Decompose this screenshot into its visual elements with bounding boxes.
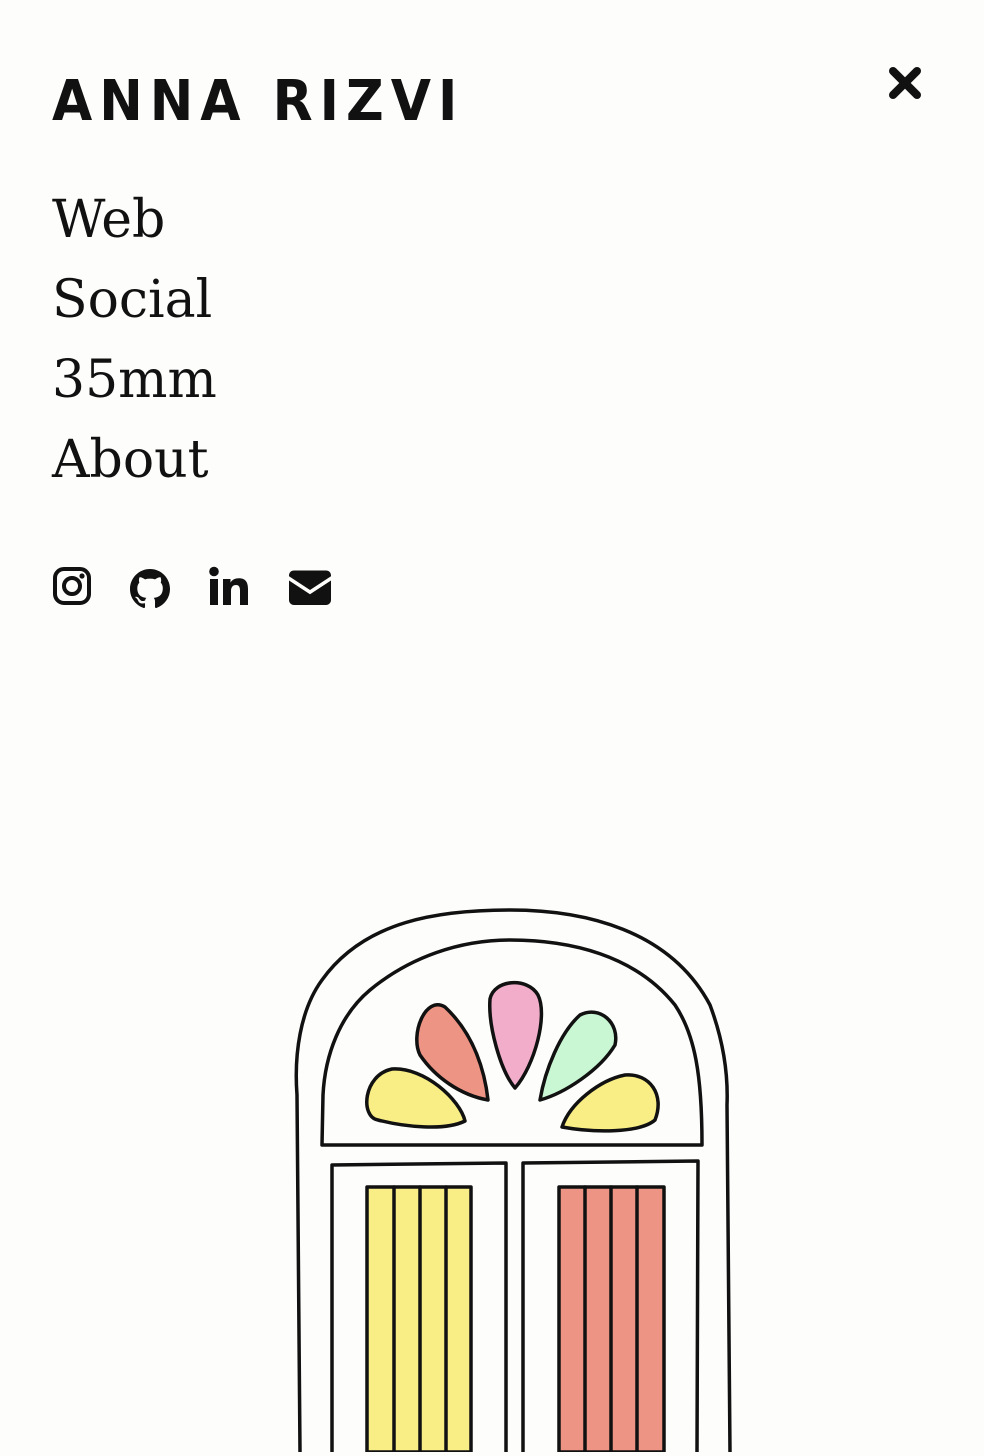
close-menu-button[interactable]	[884, 62, 926, 104]
linkedin-link[interactable]	[208, 563, 250, 613]
nav-item-about[interactable]: About	[52, 420, 217, 500]
instagram-link[interactable]	[52, 563, 92, 613]
email-icon	[289, 570, 331, 605]
github-link[interactable]	[130, 563, 170, 613]
instagram-icon	[53, 567, 91, 605]
close-icon	[889, 67, 921, 99]
arched-door-illustration	[270, 895, 750, 1454]
nav-item-35mm[interactable]: 35mm	[52, 340, 217, 420]
nav-item-web[interactable]: Web	[52, 180, 217, 260]
nav-item-social[interactable]: Social	[52, 260, 217, 340]
logo[interactable]: ANNA RIZVI	[52, 68, 457, 134]
logo-text: ANNA RIZVI	[52, 69, 465, 134]
email-link[interactable]	[287, 563, 333, 613]
linkedin-icon	[209, 566, 248, 605]
github-icon	[130, 569, 170, 609]
